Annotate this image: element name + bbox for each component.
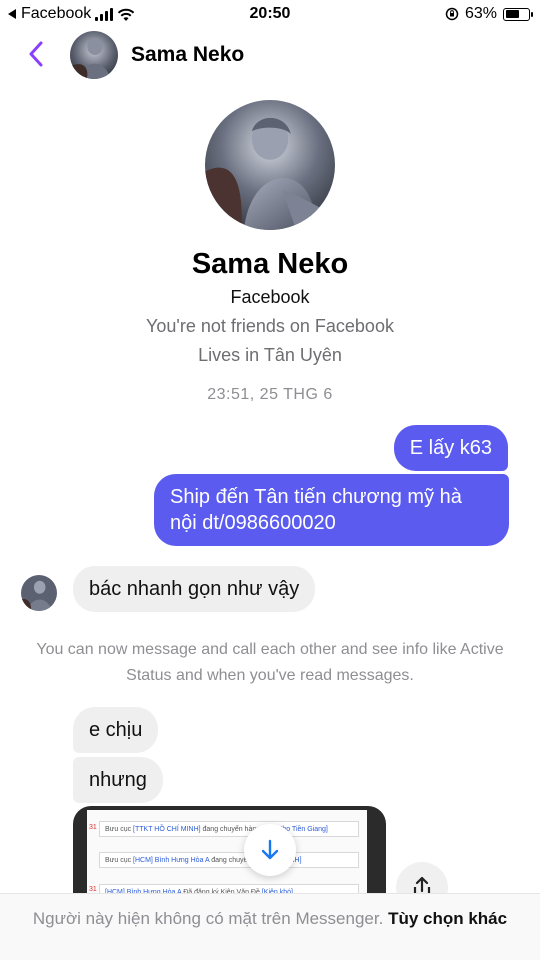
status-right: 63% [445,5,533,23]
profile-avatar-image [205,100,335,230]
arrow-down-icon [261,839,279,860]
status-bar: Facebook 20:50 63% [0,0,540,28]
row-number: 31 [89,824,97,831]
friend-status: You're not friends on Facebook [146,316,394,336]
connection-notice: You can now message and call each other … [36,641,504,684]
row-text: Bưu cục [105,857,134,864]
contact-name[interactable]: Sama Neko [131,43,244,67]
sender-avatar[interactable] [21,575,57,611]
tracking-row: Bưu cục [TTKT HỒ CHÍ MINH] đang chuyển h… [99,821,359,837]
chevron-left-icon [29,41,43,67]
outgoing-message[interactable]: Ship đến Tân tiến chương mỹ hà nội dt/09… [154,474,509,546]
conversation-header: Sama Neko [0,28,540,82]
battery-percent: 63% [464,5,497,22]
row-link: [TTKT HỒ CHÍ MINH] [133,826,201,833]
incoming-message[interactable]: e chịu [73,707,159,753]
lives-in: Lives in Tân Uyên [198,345,342,365]
profile-avatar[interactable] [205,100,335,230]
unavailable-footer: Người này hiện không có mặt trên Messeng… [0,893,540,960]
back-button[interactable] [20,38,52,70]
battery-icon [503,7,533,21]
unavailable-message: Người này hiện không có mặt trên Messeng… [32,909,384,928]
incoming-message[interactable]: nhưng [73,757,163,803]
row-link: [HCM] Bình Hưng Hòa A [133,857,210,864]
battery-fill [505,10,520,18]
more-options-link[interactable]: Tùy chọn khác [388,909,507,928]
profile-source: Facebook [230,287,310,307]
header-avatar[interactable] [70,31,118,79]
message-timestamp: 23:51, 25 THG 6 [207,386,333,403]
outgoing-message[interactable]: E lấy k63 [393,425,508,471]
row-number: 31 [89,886,97,893]
row-text: Bưu cục [105,826,134,833]
scroll-to-bottom-button[interactable] [244,824,296,876]
orientation-lock-icon [445,7,459,21]
sender-avatar-image [21,575,57,611]
incoming-message[interactable]: bác nhanh gọn như vậy [73,566,316,612]
avatar-image [70,31,118,79]
profile-name: Sama Neko [191,248,349,280]
tracking-row: Bưu cục [HCM] Bình Hưng Hòa A đang chuyể… [99,852,359,868]
